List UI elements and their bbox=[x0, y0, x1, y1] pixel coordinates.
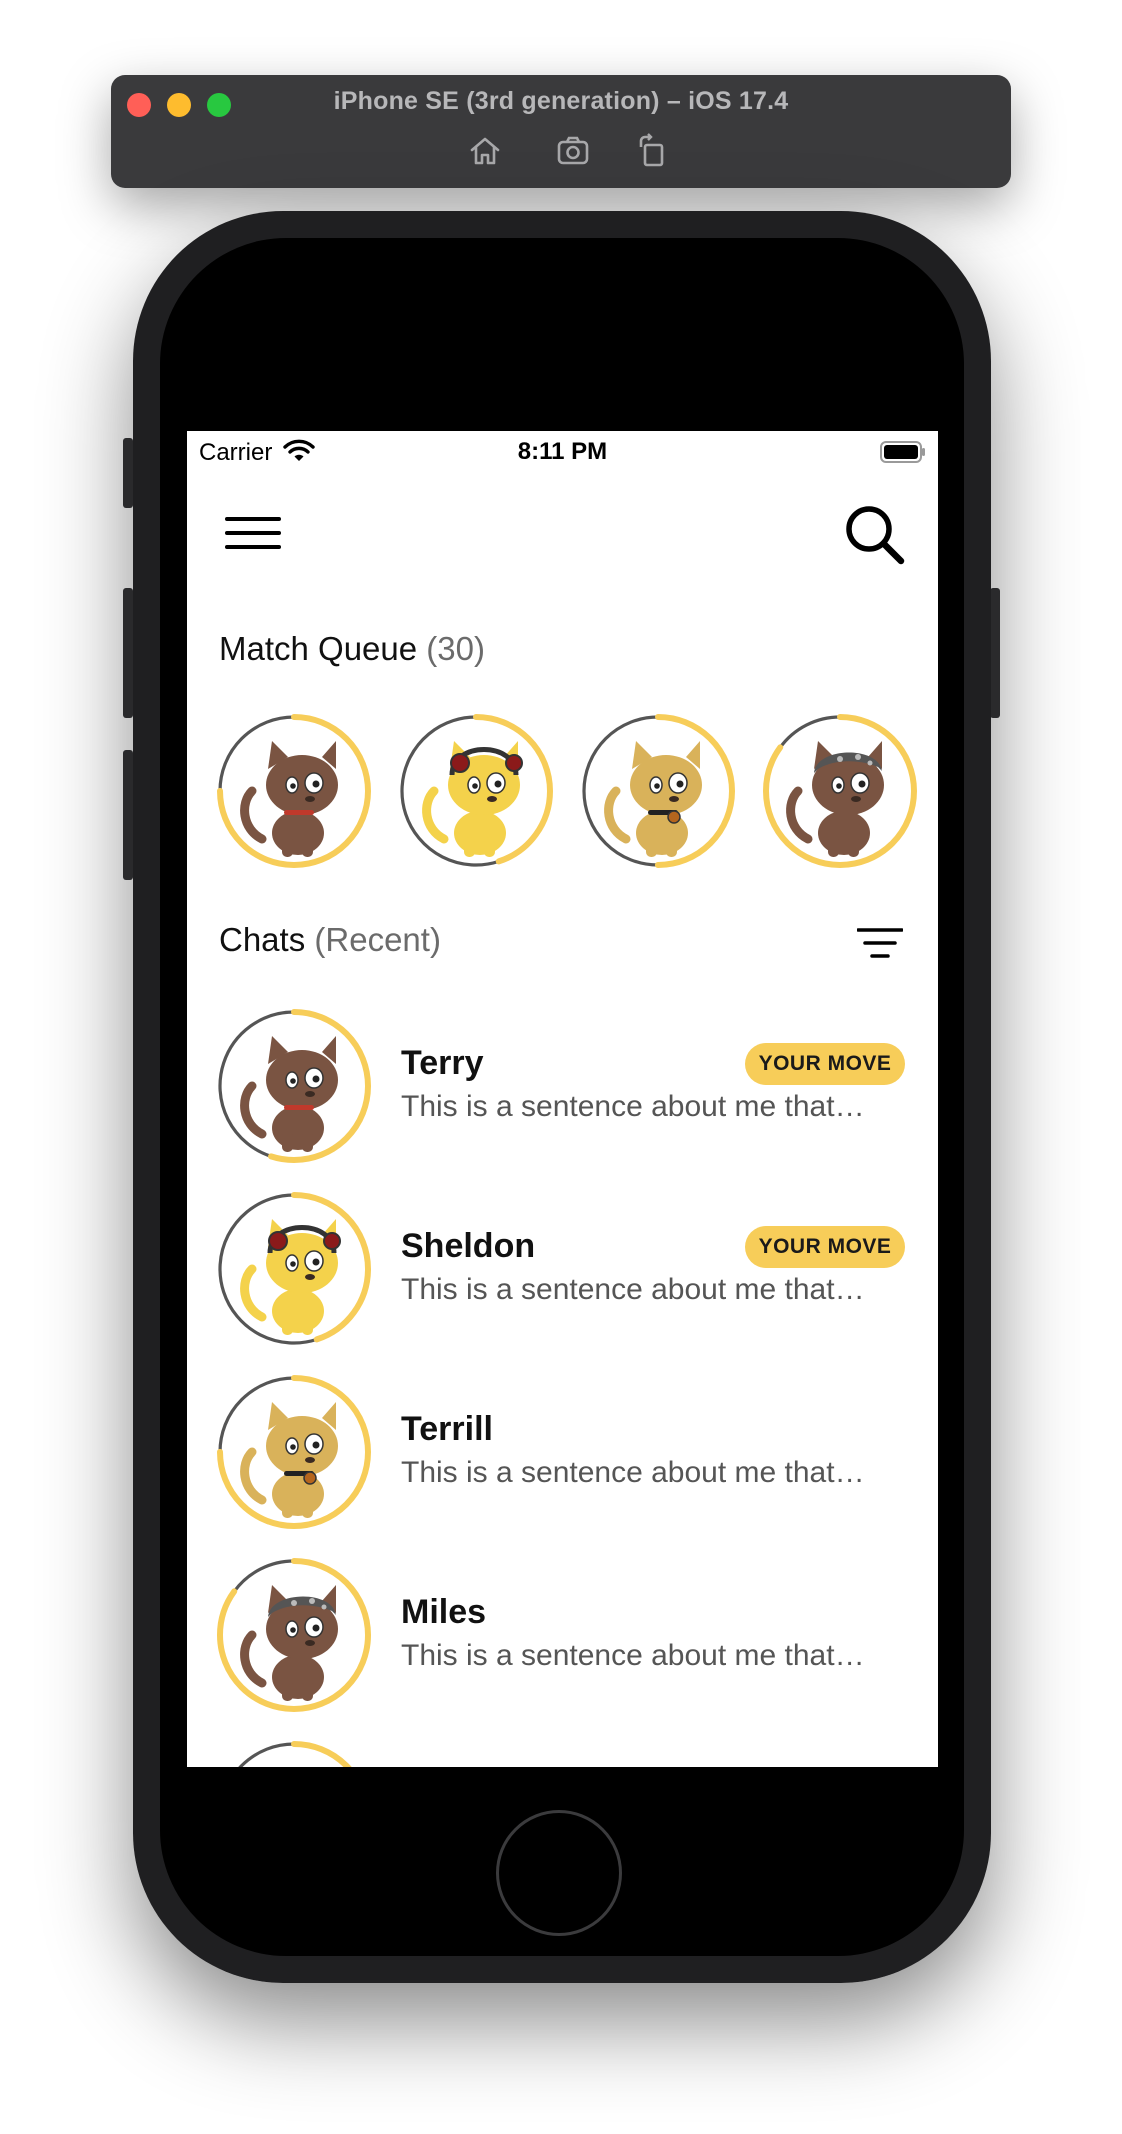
menu-icon bbox=[225, 517, 281, 521]
match-queue-heading: Match Queue (30) bbox=[219, 630, 485, 668]
chat-avatar bbox=[214, 1738, 374, 1767]
screenshot-icon[interactable] bbox=[555, 133, 591, 169]
chat-avatar bbox=[214, 1006, 374, 1166]
power-button bbox=[990, 588, 1000, 718]
simulator-title: iPhone SE (3rd generation) – iOS 17.4 bbox=[333, 87, 789, 115]
filter-button[interactable] bbox=[856, 927, 904, 961]
volume-up-button bbox=[123, 588, 133, 718]
cat-avatar-image bbox=[217, 1009, 371, 1163]
chats-title: Chats bbox=[219, 921, 306, 958]
filter-icon bbox=[856, 928, 904, 958]
match-queue-avatar[interactable] bbox=[396, 711, 556, 871]
chat-row[interactable]: Sheldon This is a sentence about me that… bbox=[187, 1189, 938, 1364]
home-icon[interactable] bbox=[467, 133, 503, 169]
search-icon bbox=[846, 506, 905, 565]
menu-icon-bar bbox=[225, 545, 281, 549]
chat-row[interactable]: Terrill This is a sentence about me that… bbox=[187, 1372, 938, 1547]
chat-avatar bbox=[214, 1555, 374, 1715]
your-move-badge: YOUR MOVE bbox=[745, 1226, 905, 1268]
match-queue-avatar[interactable] bbox=[578, 711, 738, 871]
match-queue-count: (30) bbox=[426, 630, 485, 667]
cat-avatar-image bbox=[763, 714, 917, 868]
home-button[interactable] bbox=[496, 1810, 622, 1936]
chat-avatar bbox=[214, 1372, 374, 1532]
cat-avatar-image bbox=[217, 1192, 371, 1346]
chat-preview: This is a sentence about me that… bbox=[401, 1456, 865, 1489]
menu-icon-bar bbox=[225, 531, 281, 535]
cat-avatar-image bbox=[217, 1741, 371, 1767]
match-queue-title: Match Queue bbox=[219, 630, 418, 667]
match-queue-avatar[interactable] bbox=[760, 711, 920, 871]
ring-switch bbox=[123, 438, 133, 508]
chat-preview: This is a sentence about me that… bbox=[401, 1090, 865, 1123]
app-screen: Carrier 8:11 PM Match Queue (30) Chats (… bbox=[187, 431, 938, 1767]
your-move-badge: YOUR MOVE bbox=[745, 1043, 905, 1085]
search-button[interactable] bbox=[843, 503, 907, 567]
chat-preview: This is a sentence about me that… bbox=[401, 1273, 865, 1306]
chat-preview: This is a sentence about me that… bbox=[401, 1639, 865, 1672]
volume-down-button bbox=[123, 750, 133, 880]
cat-avatar-image bbox=[217, 1558, 371, 1712]
cat-avatar-image bbox=[399, 714, 553, 868]
match-queue-avatar[interactable] bbox=[214, 711, 374, 871]
cat-avatar-image bbox=[217, 714, 371, 868]
chat-name: Terrill bbox=[401, 1410, 493, 1448]
cat-avatar-image bbox=[217, 1375, 371, 1529]
battery-icon bbox=[880, 441, 926, 468]
chat-name: Sheldon bbox=[401, 1227, 536, 1265]
rotate-icon[interactable] bbox=[635, 133, 671, 169]
chat-row[interactable]: Terry This is a sentence about me that… … bbox=[187, 1006, 938, 1181]
menu-button[interactable] bbox=[225, 517, 283, 557]
chat-row[interactable] bbox=[187, 1738, 938, 1767]
chats-subtitle: (Recent) bbox=[314, 921, 441, 958]
status-time: 8:11 PM bbox=[517, 438, 608, 465]
chats-heading: Chats (Recent) bbox=[219, 921, 441, 959]
simulator-titlebar: iPhone SE (3rd generation) – iOS 17.4 bbox=[111, 75, 1011, 188]
chat-name: Terry bbox=[401, 1044, 484, 1082]
chat-avatar bbox=[214, 1189, 374, 1349]
status-bar: Carrier 8:11 PM bbox=[187, 431, 938, 471]
cat-avatar-image bbox=[581, 714, 735, 868]
chat-row[interactable]: Miles This is a sentence about me that… bbox=[187, 1555, 938, 1730]
chat-name: Miles bbox=[401, 1593, 487, 1631]
